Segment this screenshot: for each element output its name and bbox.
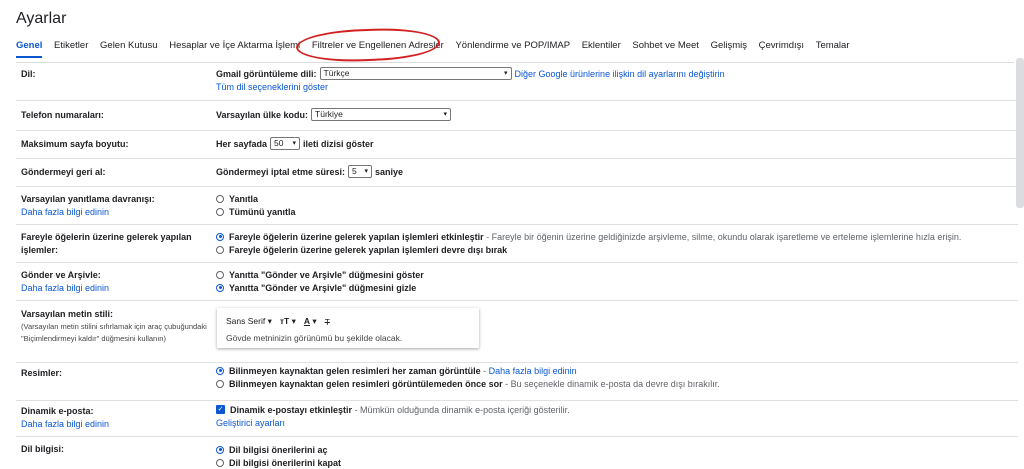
- page-title: Ayarlar: [16, 10, 67, 27]
- chevron-down-icon: ▾: [364, 168, 369, 175]
- display-language-select[interactable]: Türkçe ▾: [319, 67, 512, 80]
- setting-row-hover-actions: Fareyle öğelerin üzerine gelerek yapılan…: [16, 224, 1018, 263]
- grammar-off-radio[interactable]: [216, 458, 224, 467]
- country-code-label: Varsayılan ülke kodu:: [216, 109, 309, 120]
- tab-general[interactable]: Genel: [16, 40, 43, 58]
- chevron-down-icon: ▾: [292, 140, 297, 147]
- formatting-toolbar: Sans Serif ▾ тT ▾ A ▾ T: [226, 316, 330, 327]
- images-always-label: Bilinmeyen kaynaktan gelen resimleri her…: [229, 365, 481, 376]
- setting-label-grammar: Dil bilgisi:: [21, 444, 65, 454]
- images-ask-description: - Bu seçenekle dinamik e-posta da devre …: [505, 378, 720, 389]
- reply-option-label: Yanıtla: [229, 193, 259, 204]
- setting-label-phone: Telefon numaraları:: [21, 110, 104, 120]
- grammar-on-radio[interactable]: [216, 445, 224, 454]
- tab-offline[interactable]: Çevrimdışı: [759, 40, 804, 51]
- dynamic-email-checkbox[interactable]: ✓: [216, 405, 225, 414]
- setting-label-text-style: Varsayılan metin stili:: [21, 309, 114, 319]
- caret-down-icon: ▾: [312, 316, 317, 326]
- chevron-down-icon: ▾: [504, 70, 508, 77]
- send-archive-show-label: Yanıtta "Gönder ve Arşivle" düğmesini gö…: [229, 269, 424, 280]
- setting-row-dynamic-email: Dinamik e-posta: Daha fazla bilgi edinin…: [16, 400, 1018, 437]
- setting-label-dynamic-email: Dinamik e-posta:: [21, 406, 94, 416]
- tab-forwarding-pop-imap[interactable]: Yönlendirme ve POP/IMAP: [455, 40, 570, 51]
- images-learn-more-link[interactable]: Daha fazla bilgi edinin: [489, 366, 577, 376]
- text-style-hint-1: (Varsayılan metin stilini sıfırlamak içi…: [21, 322, 207, 331]
- images-always-radio[interactable]: [216, 366, 224, 375]
- setting-label-hover-actions-2: işlemler:: [21, 245, 59, 255]
- hover-enable-description: - Fareyle bir öğenin üzerine geldiğinizd…: [486, 231, 962, 242]
- dynamic-learn-more-link[interactable]: Daha fazla bilgi edinin: [21, 418, 109, 431]
- reply-learn-more-link[interactable]: Daha fazla bilgi edinin: [21, 206, 155, 219]
- font-size-dropdown[interactable]: тT ▾: [280, 316, 296, 327]
- text-style-hint-2: "Biçimlendirmeyi kaldır" düğmesini kulla…: [21, 334, 166, 343]
- setting-label-page-size: Maksimum sayfa boyutu:: [21, 139, 129, 149]
- setting-row-send-archive: Gönder ve Arşivle: Daha fazla bilgi edin…: [16, 262, 1018, 301]
- hover-enable-label: Fareyle öğelerin üzerine gelerek yapılan…: [229, 231, 484, 242]
- undo-send-prefix: Göndermeyi iptal etme süresi:: [216, 166, 346, 177]
- send-archive-hide-label: Yanıtta "Gönder ve Arşivle" düğmesini gi…: [229, 282, 417, 293]
- undo-send-suffix: saniye: [375, 166, 404, 177]
- hover-disable-label: Fareyle öğelerin üzerine gelerek yapılan…: [229, 244, 508, 255]
- setting-label-language: Dil:: [21, 69, 36, 79]
- hover-disable-radio[interactable]: [216, 245, 224, 254]
- dynamic-email-label: Dinamik e-postayı etkinleştir: [230, 404, 353, 415]
- caret-down-icon: ▾: [291, 316, 296, 326]
- remove-formatting-button[interactable]: T: [325, 317, 330, 327]
- setting-label-reply: Varsayılan yanıtlama davranışı:: [21, 194, 155, 204]
- setting-label-send-archive: Gönder ve Arşivle:: [21, 270, 101, 280]
- setting-label-undo-send: Göndermeyi geri al:: [21, 167, 106, 177]
- page-size-prefix: Her sayfada: [216, 138, 268, 149]
- display-language-label: Gmail görüntüleme dili:: [216, 68, 317, 79]
- tab-advanced[interactable]: Gelişmiş: [711, 40, 747, 51]
- dynamic-email-description: - Mümkün olduğunda dinamik e-posta içeri…: [354, 404, 570, 415]
- chevron-down-icon: ▾: [443, 111, 448, 118]
- caret-down-icon: ▾: [267, 316, 272, 326]
- tab-inbox[interactable]: Gelen Kutusu: [100, 40, 158, 51]
- page-size-select[interactable]: 50 ▾: [270, 137, 301, 150]
- country-code-select[interactable]: Türkiye ▾: [311, 108, 452, 121]
- text-style-editor: Sans Serif ▾ тT ▾ A ▾ T Gövde metninizin…: [217, 308, 479, 348]
- setting-label-images: Resimler:: [21, 368, 63, 378]
- tab-labels[interactable]: Etiketler: [54, 40, 88, 51]
- reply-radio[interactable]: [216, 194, 224, 203]
- tab-themes[interactable]: Temalar: [816, 40, 850, 51]
- change-language-link[interactable]: Diğer Google ürünlerine ilişkin dil ayar…: [515, 69, 725, 79]
- images-ask-label: Bilinmeyen kaynaktan gelen resimleri gör…: [229, 378, 503, 389]
- images-ask-radio[interactable]: [216, 379, 224, 388]
- setting-row-reply: Varsayılan yanıtlama davranışı: Daha faz…: [16, 186, 1018, 225]
- text-style-preview: Gövde metninizin görünümü bu şekilde ola…: [226, 333, 403, 343]
- send-archive-show-radio[interactable]: [216, 270, 224, 279]
- tab-addons[interactable]: Eklentiler: [582, 40, 621, 51]
- font-family-dropdown[interactable]: Sans Serif ▾: [226, 316, 272, 327]
- text-size-icon: тT: [279, 316, 290, 326]
- reply-all-radio[interactable]: [216, 207, 224, 216]
- setting-row-images: Resimler: Bilinmeyen kaynaktan gelen res…: [16, 362, 1018, 401]
- text-color-dropdown[interactable]: A ▾: [304, 316, 317, 327]
- setting-row-phone: Telefon numaraları: Varsayılan ülke kodu…: [16, 100, 1018, 131]
- grammar-off-label: Dil bilgisi önerilerini kapat: [229, 457, 342, 468]
- setting-row-language: Dil: Gmail görüntüleme dili: Türkçe ▾ Diğ…: [16, 64, 1018, 101]
- reply-all-option-label: Tümünü yanıtla: [229, 206, 296, 217]
- undo-send-select[interactable]: 5 ▾: [348, 165, 373, 178]
- setting-row-text-style: Varsayılan metin stili: (Varsayılan meti…: [16, 300, 1018, 363]
- text-color-icon: A: [303, 316, 311, 326]
- setting-row-grammar: Dil bilgisi: Dil bilgisi önerilerini aç …: [16, 436, 1018, 468]
- tab-accounts-import[interactable]: Hesaplar ve İçe Aktarma İşlemi: [169, 40, 300, 51]
- all-language-options-link[interactable]: Tüm dil seçeneklerini göster: [216, 82, 328, 92]
- grammar-on-label: Dil bilgisi önerilerini aç: [229, 444, 328, 455]
- tab-chat-meet[interactable]: Sohbet ve Meet: [632, 40, 699, 51]
- send-archive-learn-more-link[interactable]: Daha fazla bilgi edinin: [21, 282, 109, 295]
- hover-enable-radio[interactable]: [216, 232, 224, 241]
- tab-divider: [16, 62, 1014, 63]
- setting-row-page-size: Maksimum sayfa boyutu: Her sayfada 50 ▾ i…: [16, 130, 1018, 159]
- setting-label-hover-actions: Fareyle öğelerin üzerine gelerek yapılan: [21, 232, 192, 242]
- developer-settings-link[interactable]: Geliştirici ayarları: [216, 418, 285, 428]
- send-archive-hide-radio[interactable]: [216, 283, 224, 292]
- setting-row-undo-send: Göndermeyi geri al: Göndermeyi iptal etm…: [16, 158, 1018, 187]
- remove-formatting-icon: T: [324, 316, 330, 327]
- page-size-suffix: ileti dizisi göster: [303, 138, 374, 149]
